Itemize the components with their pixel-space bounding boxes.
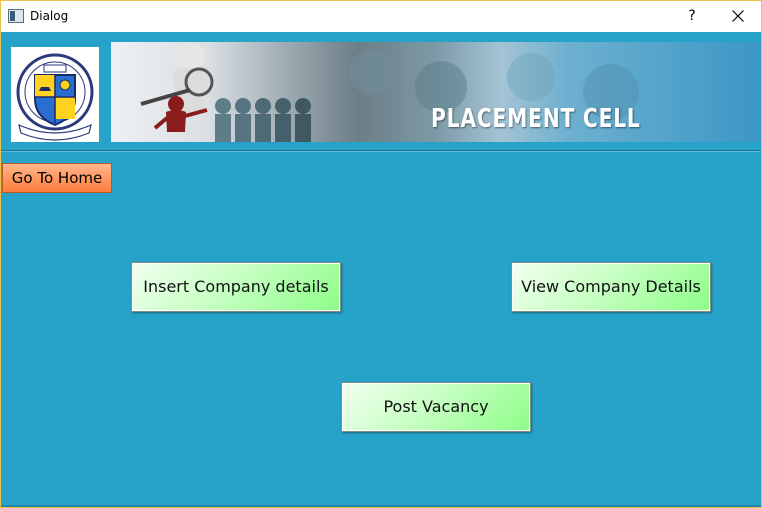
main-content: PLACEMENT CELL Go To Home Insert Company… [1, 32, 761, 507]
close-button[interactable] [715, 1, 761, 32]
crest-icon [16, 53, 94, 141]
view-company-details-button[interactable]: View Company Details [511, 262, 711, 312]
college-logo [11, 47, 99, 142]
insert-company-details-button[interactable]: Insert Company details [131, 262, 341, 312]
help-button[interactable]: ? [677, 1, 707, 32]
header-divider-highlight [1, 151, 761, 152]
placement-banner: PLACEMENT CELL [111, 42, 761, 142]
title-bar[interactable]: Dialog ? [1, 1, 761, 32]
banner-title: PLACEMENT CELL [431, 104, 641, 134]
post-vacancy-button[interactable]: Post Vacancy [341, 382, 531, 432]
window-title: Dialog [30, 9, 69, 23]
close-icon [732, 10, 744, 22]
go-to-home-button[interactable]: Go To Home [2, 163, 112, 193]
app-icon [8, 9, 24, 23]
dialog-window: Dialog ? PLACEMENT CELL Go To Home Inser… [0, 0, 762, 508]
